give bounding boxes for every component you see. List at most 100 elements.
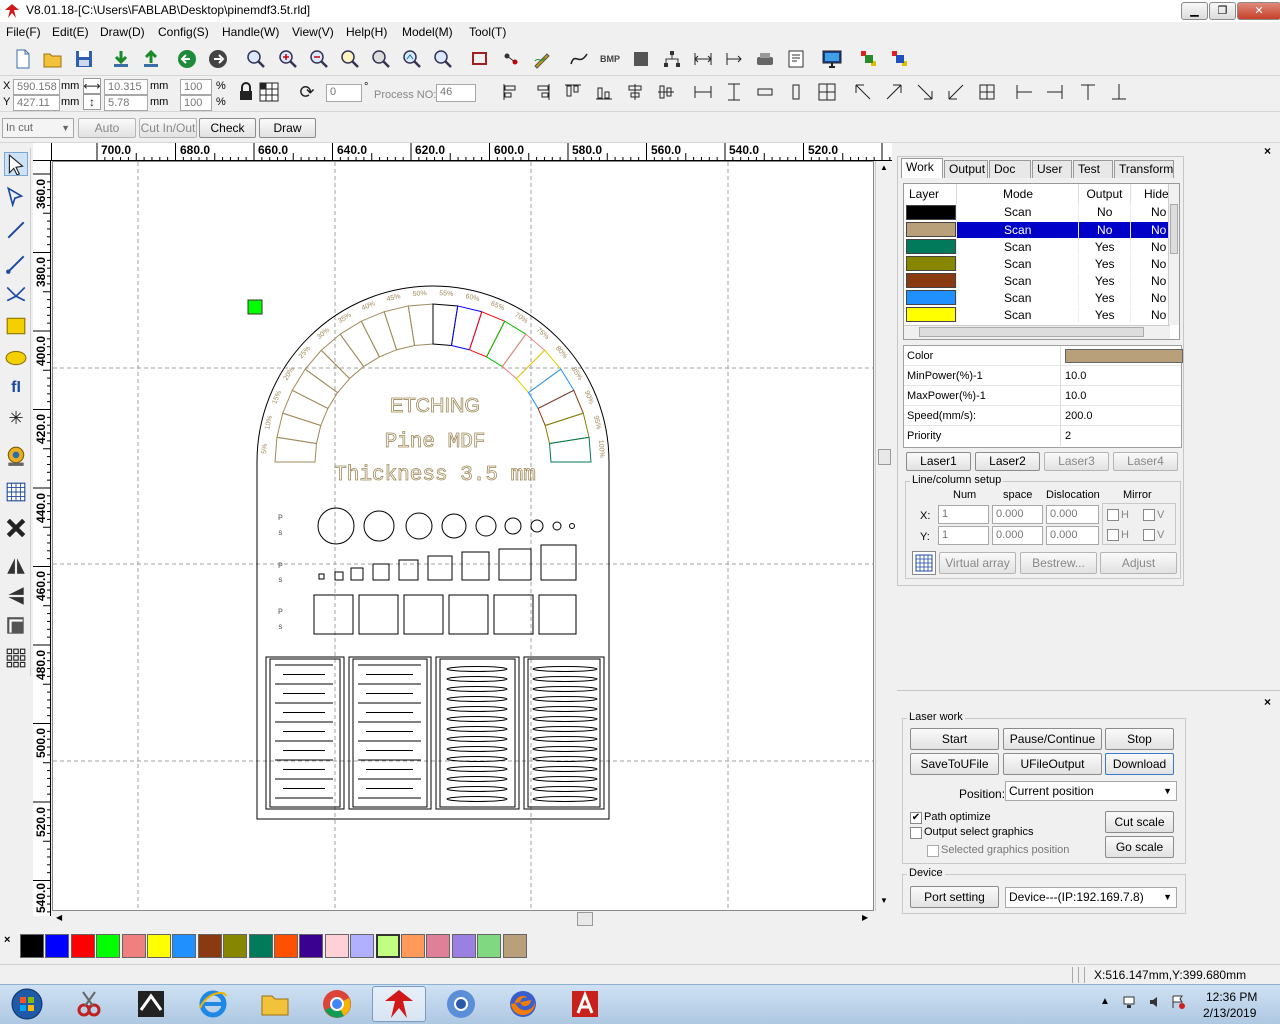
layer-output[interactable]: No	[1078, 221, 1131, 239]
array-grid-icon[interactable]	[912, 551, 936, 575]
check-button[interactable]: Check	[199, 118, 256, 138]
vscroll-thumb[interactable]	[878, 449, 891, 465]
curve-tool-icon[interactable]	[4, 282, 28, 306]
port-setting-button[interactable]: Port setting	[910, 886, 999, 908]
minimize-button[interactable]: ▁	[1181, 2, 1208, 20]
line-tool-icon[interactable]	[4, 218, 28, 242]
layer-hscroll-thumb[interactable]	[919, 327, 1144, 337]
align-bottomleft-icon[interactable]	[945, 81, 967, 103]
polyline-tool-icon[interactable]	[4, 252, 28, 276]
height-lock-icon[interactable]: ↕	[83, 94, 101, 110]
monitor-icon[interactable]	[821, 48, 843, 70]
layer-hide[interactable]: No	[1130, 255, 1170, 273]
pattern2-icon[interactable]	[889, 48, 911, 70]
pattern-icon[interactable]	[858, 48, 880, 70]
zoom-all-icon[interactable]	[370, 48, 392, 70]
layer-hide[interactable]: No	[1130, 289, 1170, 307]
x-field[interactable]: 590.158	[13, 79, 60, 95]
align-top-icon[interactable]	[562, 81, 584, 103]
chrome-alt-icon[interactable]	[434, 986, 488, 1022]
internet-explorer-icon[interactable]	[186, 986, 240, 1022]
rotate-field[interactable]: 0	[326, 84, 362, 102]
y-space-field[interactable]: 0.000	[992, 526, 1043, 545]
menu-model[interactable]: Model(M)	[402, 25, 453, 39]
palette-swatch[interactable]	[502, 934, 527, 958]
zoom-out-icon[interactable]	[308, 48, 330, 70]
palette-swatch[interactable]	[70, 934, 95, 958]
mirror-x-v-checkbox[interactable]	[1143, 509, 1155, 521]
layer-hide[interactable]: No	[1130, 306, 1170, 324]
menu-file[interactable]: File(F)	[6, 25, 41, 39]
autocad-icon[interactable]	[558, 986, 612, 1022]
menu-edit[interactable]: Edit(E)	[52, 25, 89, 39]
distance-icon[interactable]	[692, 48, 714, 70]
hscroll-thumb[interactable]	[577, 912, 593, 926]
layer-color-swatch[interactable]	[904, 204, 957, 222]
line-slots[interactable]	[275, 664, 421, 799]
undo-icon[interactable]	[176, 48, 198, 70]
ufile-output-button[interactable]: UFileOutput	[1003, 753, 1102, 775]
array-tool-icon[interactable]	[4, 646, 28, 670]
network-icon[interactable]	[1122, 994, 1138, 1010]
palette-swatch[interactable]	[20, 934, 44, 958]
palette-swatch[interactable]	[324, 934, 349, 958]
inkscape-icon[interactable]	[124, 986, 178, 1022]
layer-row[interactable]: Scan Yes No	[904, 255, 1170, 273]
prop-color-swatch[interactable]	[1065, 349, 1183, 363]
y-field[interactable]: 427.11	[13, 95, 60, 111]
palette-swatch[interactable]	[477, 934, 502, 958]
select-tool-icon[interactable]	[4, 152, 28, 176]
vertical-scrollbar[interactable]: ▲ ▼	[875, 161, 892, 911]
y-dislocation-field[interactable]: 0.000	[1046, 526, 1099, 545]
mirror-x-h-checkbox[interactable]	[1107, 509, 1119, 521]
dist-left-icon[interactable]	[1013, 81, 1035, 103]
layer-row[interactable]: Scan Yes No	[904, 306, 1170, 324]
origin-marker[interactable]	[247, 299, 263, 315]
output-select-checkbox[interactable]	[910, 827, 922, 839]
layer-col-header[interactable]: Layer	[904, 184, 957, 204]
auto-button[interactable]: Auto	[78, 118, 136, 138]
bmp-icon[interactable]: BMP	[599, 48, 621, 70]
laser1-button[interactable]: Laser1	[906, 452, 971, 471]
layer-color-swatch[interactable]	[904, 255, 957, 273]
same-height-icon[interactable]	[723, 81, 745, 103]
palette-swatch[interactable]	[45, 934, 70, 958]
prop-speed-value[interactable]: 200.0	[1060, 406, 1181, 426]
tray-arrow-icon[interactable]: ▲	[1100, 996, 1110, 1007]
prop-minpower-value[interactable]: 10.0	[1060, 366, 1181, 386]
square-test-row[interactable]	[318, 544, 577, 581]
action-center-icon[interactable]	[1170, 994, 1186, 1010]
palette-swatch[interactable]	[121, 934, 146, 958]
mirror-v-tool-icon[interactable]	[4, 584, 28, 608]
pencil-icon[interactable]	[531, 48, 553, 70]
scale-x-field[interactable]: 100	[180, 79, 212, 95]
anchor-grid-icon[interactable]	[258, 81, 280, 103]
array-icon[interactable]	[661, 48, 683, 70]
menu-config[interactable]: Config(S)	[158, 25, 209, 39]
same-width-icon[interactable]	[692, 81, 714, 103]
zoom-fit-icon[interactable]	[432, 48, 454, 70]
layer-color-swatch[interactable]	[904, 238, 957, 256]
align-vcenter-icon[interactable]	[655, 81, 677, 103]
align-bottom-icon[interactable]	[593, 81, 615, 103]
mode-col-header[interactable]: Mode	[956, 184, 1080, 204]
pause-continue-button[interactable]: Pause/Continue	[1003, 728, 1102, 750]
menu-tool[interactable]: Tool(T)	[469, 25, 506, 39]
palette-swatch[interactable]	[147, 934, 171, 958]
start-button[interactable]: Start	[910, 728, 999, 750]
ellipse-tool-icon[interactable]	[4, 346, 28, 370]
layer-color-swatch[interactable]	[904, 221, 957, 239]
layer-row[interactable]: Scan Yes No	[904, 272, 1170, 290]
zoom-icon[interactable]	[245, 48, 267, 70]
layer-output[interactable]: No	[1078, 204, 1131, 222]
layer-mode[interactable]: Scan	[956, 255, 1080, 273]
mirror-y-v-checkbox[interactable]	[1143, 529, 1155, 541]
same-size-h-icon[interactable]	[754, 81, 776, 103]
scroll-left-icon[interactable]: ◀	[56, 913, 62, 922]
volume-icon[interactable]	[1148, 994, 1164, 1010]
palette-swatch[interactable]	[375, 934, 400, 958]
layer-hide[interactable]: No	[1130, 221, 1170, 239]
cut-mode-select[interactable]: In cut ▼	[2, 118, 74, 138]
zoom-select-icon[interactable]	[339, 48, 361, 70]
palette-swatch[interactable]	[248, 934, 273, 958]
